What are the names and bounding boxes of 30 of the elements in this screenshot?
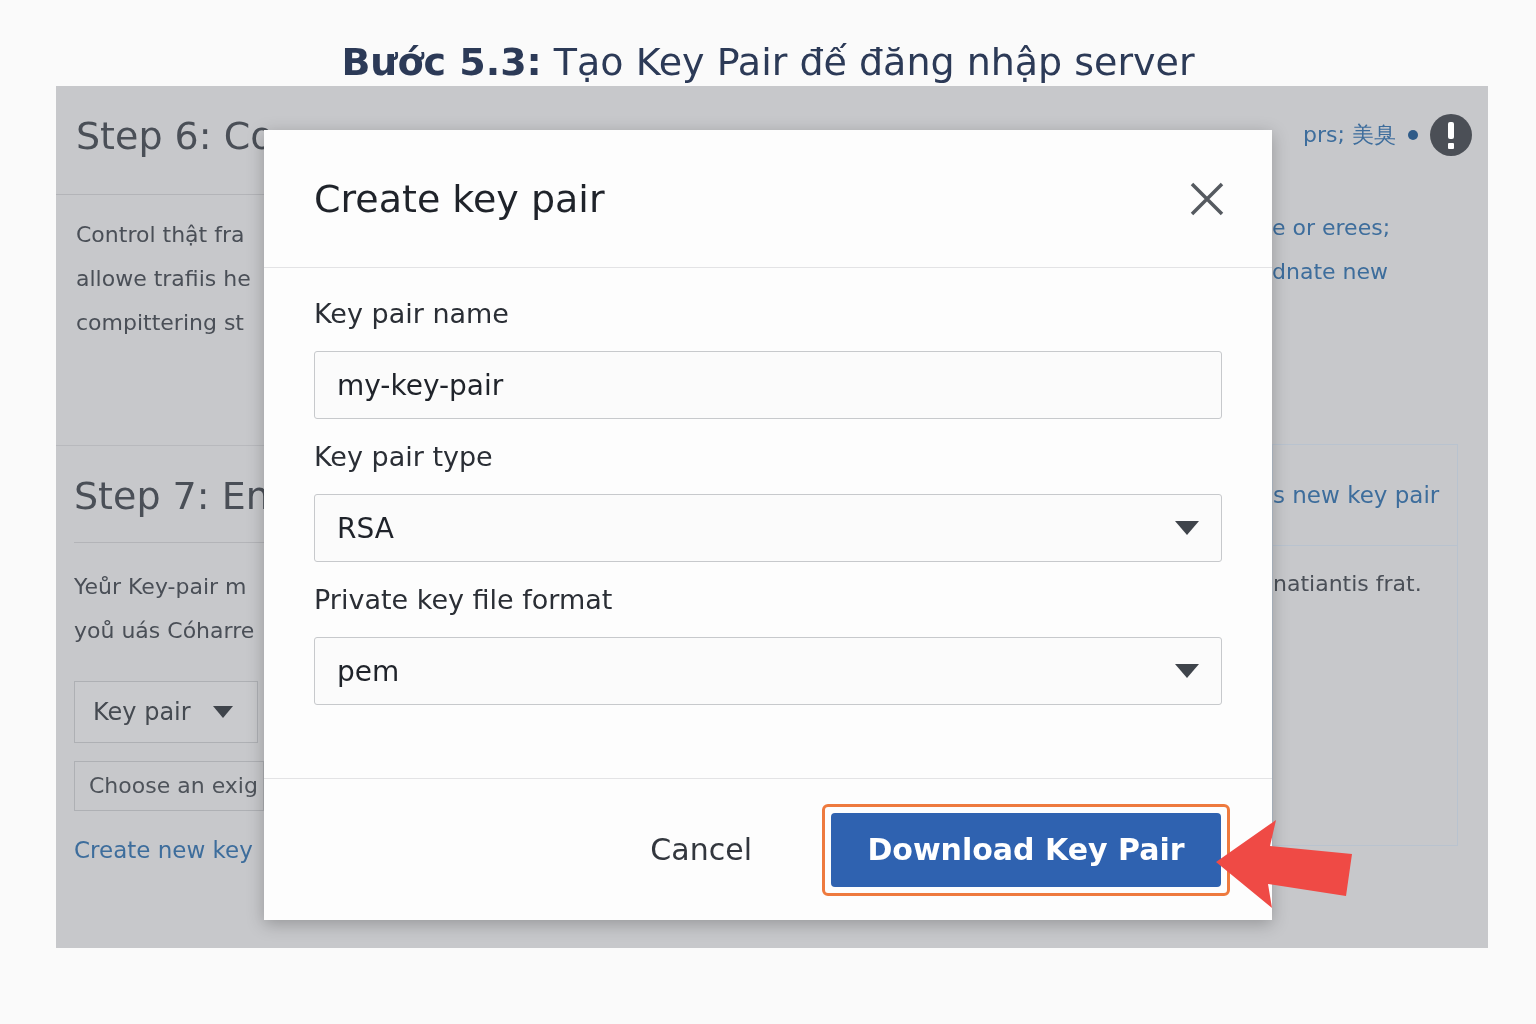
description-text: yoů uás Cóharre (74, 617, 256, 645)
close-icon[interactable] (1190, 181, 1224, 216)
description-text: dnate new (1272, 258, 1389, 286)
key-pair-select-field[interactable]: Choose an exig (74, 761, 264, 811)
download-button[interactable]: Download Key Pair (831, 812, 1221, 887)
field-label: Private key file format (314, 584, 614, 615)
cancel-button[interactable]: Cancel (644, 831, 758, 868)
header-link[interactable]: prs; 美臭 (1303, 120, 1396, 150)
description-text: allowe trafiis he (76, 265, 252, 293)
select-dropdown[interactable]: RSA (314, 494, 1222, 562)
description-text: Yeůr Key-pair m (74, 573, 248, 601)
key-name-input[interactable]: my-key-pair (314, 351, 1222, 419)
key-pair-dropdown[interactable]: Key pair (74, 681, 258, 743)
description-text: natiantis frat. (1273, 570, 1423, 598)
tutorial-title: Bước 5.3: Tạo Key Pair đế đăng nhập server (340, 39, 1196, 86)
caret-icon (1175, 521, 1199, 535)
arrow-icon (1214, 818, 1354, 910)
select-dropdown[interactable]: pem (314, 637, 1222, 705)
new-key-pair-link[interactable]: s new key pair (1273, 482, 1440, 508)
description-text: compittering st (76, 309, 245, 337)
field-label: Key pair name (314, 298, 510, 329)
dot-icon (1408, 130, 1418, 140)
description-text: Control thật fra (76, 221, 246, 249)
alert-icon (1430, 114, 1472, 156)
caret-icon (212, 706, 233, 718)
create-key-link[interactable]: Create new key (74, 837, 253, 863)
modal-title: Create key pair (314, 176, 605, 221)
caret-icon (1175, 664, 1199, 678)
field-label: Key pair type (314, 441, 494, 472)
description-text: e or erees; (1272, 214, 1392, 242)
